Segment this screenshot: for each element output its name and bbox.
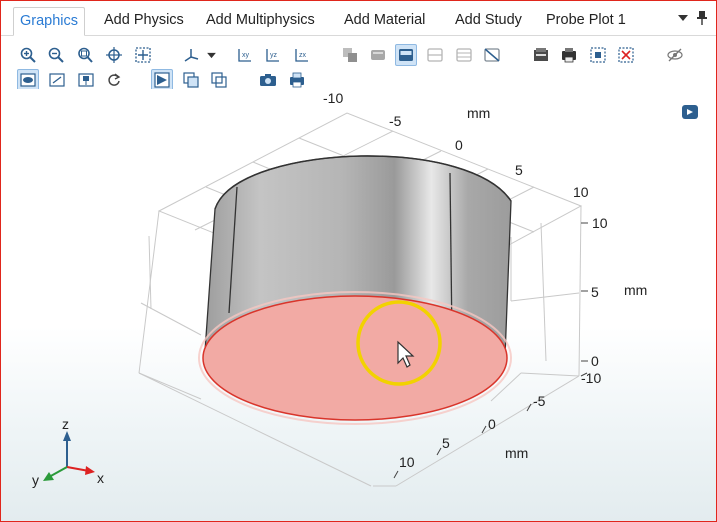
axis-x-tick: 0 (488, 416, 496, 432)
svg-text:zx: zx (299, 52, 307, 59)
axis-x-tick: -5 (533, 393, 546, 409)
print-image-icon[interactable] (286, 69, 308, 91)
graphics-toolbar-row-1: xy yz zx (1, 41, 716, 69)
graphics-window: Graphics Add Physics Add Multiphysics Ad… (0, 0, 717, 522)
zoom-in-icon[interactable] (17, 44, 39, 66)
tab-menu-icon[interactable] (678, 13, 688, 25)
no-clip-icon[interactable] (481, 44, 503, 66)
selected-bottom-face[interactable] (202, 295, 508, 421)
axis-y-unit: mm (467, 105, 490, 121)
axis-y-tick: 0 (455, 137, 463, 153)
transparency-icon[interactable] (339, 44, 361, 66)
select-all-icon[interactable] (587, 44, 609, 66)
axis-orientation-icon[interactable] (180, 44, 202, 66)
zoom-out-icon[interactable] (45, 44, 67, 66)
zoom-selected-icon[interactable] (103, 44, 125, 66)
select-boundary-icon[interactable] (180, 69, 202, 91)
tab-add-material[interactable]: Add Material (344, 7, 425, 34)
select-edge-icon[interactable] (208, 69, 230, 91)
clip-box-icon[interactable] (453, 44, 475, 66)
show-edges-icon[interactable] (75, 69, 97, 91)
tab-add-multiphysics[interactable]: Add Multiphysics (206, 7, 315, 34)
axis-x-unit: mm (505, 445, 528, 461)
axis-z-tick: 10 (592, 215, 608, 231)
print-icon[interactable] (558, 44, 580, 66)
tab-add-physics[interactable]: Add Physics (104, 7, 184, 34)
axis-x-tick: 10 (399, 454, 415, 470)
axis-y-tick: 5 (515, 162, 523, 178)
hide-icon[interactable] (664, 44, 686, 66)
axis-x-tick: 5 (442, 435, 450, 451)
zx-view-icon[interactable]: zx (291, 44, 313, 66)
graphics-viewport[interactable]: -10 -5 mm 0 5 10 10 5 mm 0 -10 -5 0 5 mm… (1, 89, 716, 521)
yz-view-icon[interactable]: yz (262, 44, 284, 66)
tab-graphics[interactable]: Graphics (13, 7, 86, 36)
tab-bar: Graphics Add Physics Add Multiphysics Ad… (1, 1, 716, 36)
axis-y-tick: -5 (389, 113, 402, 129)
pin-icon[interactable] (697, 11, 707, 28)
grid-icon[interactable] (530, 44, 552, 66)
coordinate-triad: z y x (32, 416, 104, 488)
axis-z-unit: mm (624, 282, 647, 298)
camera-icon[interactable] (257, 69, 279, 91)
show-geometry-icon[interactable] (17, 69, 39, 91)
clear-selection-icon[interactable] (615, 44, 637, 66)
axis-z-tick: 5 (591, 284, 599, 300)
wireframe-icon[interactable] (367, 44, 389, 66)
svg-text:xy: xy (242, 52, 250, 59)
axis-z-tick: 0 (591, 353, 599, 369)
geometry-scene[interactable]: -10 -5 mm 0 5 10 10 5 mm 0 -10 -5 0 5 mm… (1, 89, 716, 521)
triad-z-label: z (62, 416, 69, 432)
render-mode-icon[interactable] (395, 44, 417, 66)
svg-text:yz: yz (270, 52, 278, 59)
dropdown-arrow-icon[interactable] (204, 44, 218, 66)
triad-x-label: x (97, 470, 104, 486)
select-domain-icon[interactable] (151, 69, 173, 91)
axis-y-tick: 10 (573, 184, 589, 200)
axis-y-top-label: -10 (323, 90, 343, 106)
reset-icon[interactable] (103, 69, 125, 91)
viewport-options-icon[interactable] (682, 105, 698, 119)
clip-plane-icon[interactable] (424, 44, 446, 66)
show-labels-icon[interactable] (46, 69, 68, 91)
triad-y-label: y (32, 472, 39, 488)
tab-probe-plot-1[interactable]: Probe Plot 1 (546, 7, 626, 34)
xy-view-icon[interactable]: xy (234, 44, 256, 66)
zoom-box-icon[interactable] (74, 44, 96, 66)
tab-add-study[interactable]: Add Study (455, 7, 522, 34)
zoom-extents-icon[interactable] (132, 44, 154, 66)
axis-x-start: -10 (581, 370, 601, 386)
